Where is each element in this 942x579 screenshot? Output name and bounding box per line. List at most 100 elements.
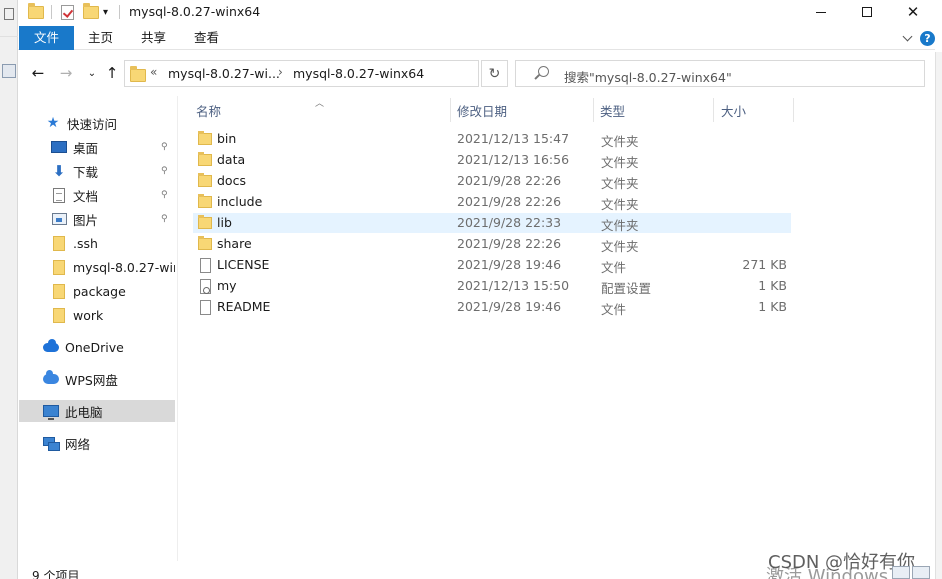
- file-date: 2021/12/13 15:47: [457, 131, 570, 146]
- back-button[interactable]: ←: [28, 63, 48, 83]
- sidebar-item-label: 快速访问: [67, 116, 118, 132]
- address-bar[interactable]: « mysql-8.0.27-wi... › mysql-8.0.27-winx…: [124, 60, 570, 87]
- sidebar-item-label: work: [73, 307, 104, 323]
- search-icon: [538, 66, 549, 77]
- new-folder-icon[interactable]: [83, 2, 99, 21]
- sidebar-item-ssh[interactable]: .ssh: [19, 232, 175, 254]
- background-window-edge: [0, 0, 18, 579]
- column-header-date[interactable]: 修改日期: [457, 101, 507, 119]
- file-date: 2021/9/28 22:33: [457, 215, 562, 230]
- file-date: 2021/9/28 19:46: [457, 299, 562, 314]
- details-view-icon[interactable]: [892, 566, 910, 579]
- file-type: 文件夹: [601, 134, 639, 149]
- expand-ribbon-chevron-icon[interactable]: [902, 31, 913, 42]
- ribbon-right-controls: ?: [902, 31, 935, 46]
- up-arrow-icon: ↑: [105, 64, 119, 82]
- folder-icon: [51, 283, 67, 299]
- column-header-name[interactable]: 名称: [196, 101, 221, 119]
- sidebar-item-documents[interactable]: 文档 ⚲: [19, 184, 175, 206]
- sidebar-item-desktop[interactable]: 桌面 ⚲: [19, 136, 175, 158]
- chevron-down-icon: ⌄: [87, 67, 97, 79]
- table-row[interactable]: docs 2021/9/28 22:26 文件夹: [193, 171, 791, 191]
- file-date: 2021/12/13 16:56: [457, 152, 570, 167]
- customize-toolbar-dropdown-icon[interactable]: ▾: [103, 3, 108, 21]
- table-row[interactable]: my 2021/12/13 15:50 配置设置 1 KB: [193, 276, 791, 296]
- tab-share[interactable]: 共享: [131, 26, 176, 50]
- sidebar-item-package[interactable]: package: [19, 280, 175, 302]
- tab-view[interactable]: 查看: [184, 26, 229, 50]
- sidebar-item-work[interactable]: work: [19, 304, 175, 326]
- sidebar-item-pictures[interactable]: 图片 ⚲: [19, 208, 175, 230]
- maximize-icon: [862, 7, 872, 17]
- file-explorer-window: ▾ mysql-8.0.27-winx64 ✕ 文件 主页 共享 查看 ? ← …: [18, 0, 942, 579]
- folder-icon: [51, 259, 67, 275]
- recent-locations-button[interactable]: ⌄: [82, 63, 102, 83]
- forward-arrow-icon: →: [59, 64, 73, 82]
- file-type: 文件夹: [601, 197, 639, 212]
- breadcrumb-parent[interactable]: mysql-8.0.27-wi...: [168, 66, 280, 81]
- sidebar-item-this-pc[interactable]: 此电脑: [19, 400, 175, 422]
- sidebar-item-network[interactable]: 网络: [19, 432, 175, 454]
- close-button[interactable]: ✕: [890, 0, 936, 24]
- breadcrumb-overflow[interactable]: «: [150, 65, 157, 79]
- column-divider[interactable]: [793, 98, 794, 122]
- table-row[interactable]: share 2021/9/28 22:26 文件夹: [193, 234, 791, 254]
- search-placeholder: 搜索"mysql-8.0.27-winx64": [564, 70, 732, 85]
- pictures-icon: [51, 211, 67, 227]
- up-button[interactable]: ↑: [102, 63, 122, 83]
- file-type: 文件夹: [601, 155, 639, 170]
- file-date: 2021/12/13 15:50: [457, 278, 570, 293]
- file-name: data: [217, 152, 246, 167]
- breadcrumb-current[interactable]: mysql-8.0.27-winx64: [293, 66, 424, 81]
- column-divider[interactable]: [593, 98, 594, 122]
- file-type: 文件夹: [601, 176, 639, 191]
- file-size: 271 KB: [742, 257, 787, 272]
- large-icons-view-icon[interactable]: [912, 566, 930, 579]
- tab-file[interactable]: 文件: [19, 26, 74, 50]
- minimize-button[interactable]: [798, 0, 844, 24]
- sidebar-item-onedrive[interactable]: OneDrive: [19, 336, 175, 358]
- close-icon: ✕: [906, 2, 920, 21]
- table-row-hovered[interactable]: lib 2021/9/28 22:33 文件夹: [193, 213, 791, 233]
- address-folder-icon: [130, 66, 146, 82]
- column-header-size[interactable]: 大小: [721, 101, 746, 119]
- column-divider[interactable]: [713, 98, 714, 122]
- folder-icon: [198, 236, 212, 250]
- sidebar-item-label: 此电脑: [65, 404, 103, 420]
- sidebar-item-quick-access[interactable]: ★ 快速访问: [19, 112, 175, 134]
- table-row[interactable]: README 2021/9/28 19:46 文件 1 KB: [193, 297, 791, 317]
- table-row[interactable]: data 2021/12/13 16:56 文件夹: [193, 150, 791, 170]
- background-window-grid-icon: [2, 64, 16, 78]
- search-input[interactable]: 搜索"mysql-8.0.27-winx64": [515, 60, 925, 87]
- properties-check-icon[interactable]: [61, 3, 74, 21]
- help-icon[interactable]: ?: [920, 31, 935, 46]
- window-title: mysql-8.0.27-winx64: [129, 4, 261, 19]
- refresh-icon: ↻: [488, 65, 501, 82]
- sidebar-item-downloads[interactable]: ⬇ 下载 ⚲: [19, 160, 175, 182]
- sidebar-item-label: OneDrive: [65, 339, 124, 355]
- sort-ascending-icon: ︿: [315, 99, 325, 109]
- folder-icon: [198, 194, 212, 208]
- table-row[interactable]: include 2021/9/28 22:26 文件夹: [193, 192, 791, 212]
- background-window-divider: [0, 36, 18, 37]
- sidebar-item-wps[interactable]: WPS网盘: [19, 368, 175, 390]
- title-bar[interactable]: ▾ mysql-8.0.27-winx64 ✕: [18, 0, 935, 25]
- forward-button[interactable]: →: [56, 63, 76, 83]
- folder-icon: [198, 152, 212, 166]
- ribbon-tab-bar: 文件 主页 共享 查看 ?: [18, 26, 935, 50]
- tab-home[interactable]: 主页: [78, 26, 123, 50]
- column-header-type[interactable]: 类型: [600, 101, 625, 119]
- sidebar-item-mysql[interactable]: mysql-8.0.27-winx: [19, 256, 175, 278]
- sidebar-item-label: 图片: [73, 212, 99, 228]
- file-name: docs: [217, 173, 246, 188]
- table-row[interactable]: LICENSE 2021/9/28 19:46 文件 271 KB: [193, 255, 791, 275]
- file-list: ︿ 名称 修改日期 类型 大小 bin 2021/12/13 15:47 文件夹…: [180, 96, 935, 561]
- column-divider[interactable]: [450, 98, 451, 122]
- table-row[interactable]: bin 2021/12/13 15:47 文件夹: [193, 129, 791, 149]
- refresh-button[interactable]: ↻: [481, 60, 508, 87]
- breadcrumb-separator[interactable]: ›: [278, 65, 283, 79]
- maximize-button[interactable]: [844, 0, 890, 24]
- file-type: 文件: [601, 260, 627, 275]
- wps-cloud-icon: [43, 370, 59, 387]
- sidebar-item-label: mysql-8.0.27-winx: [73, 259, 175, 275]
